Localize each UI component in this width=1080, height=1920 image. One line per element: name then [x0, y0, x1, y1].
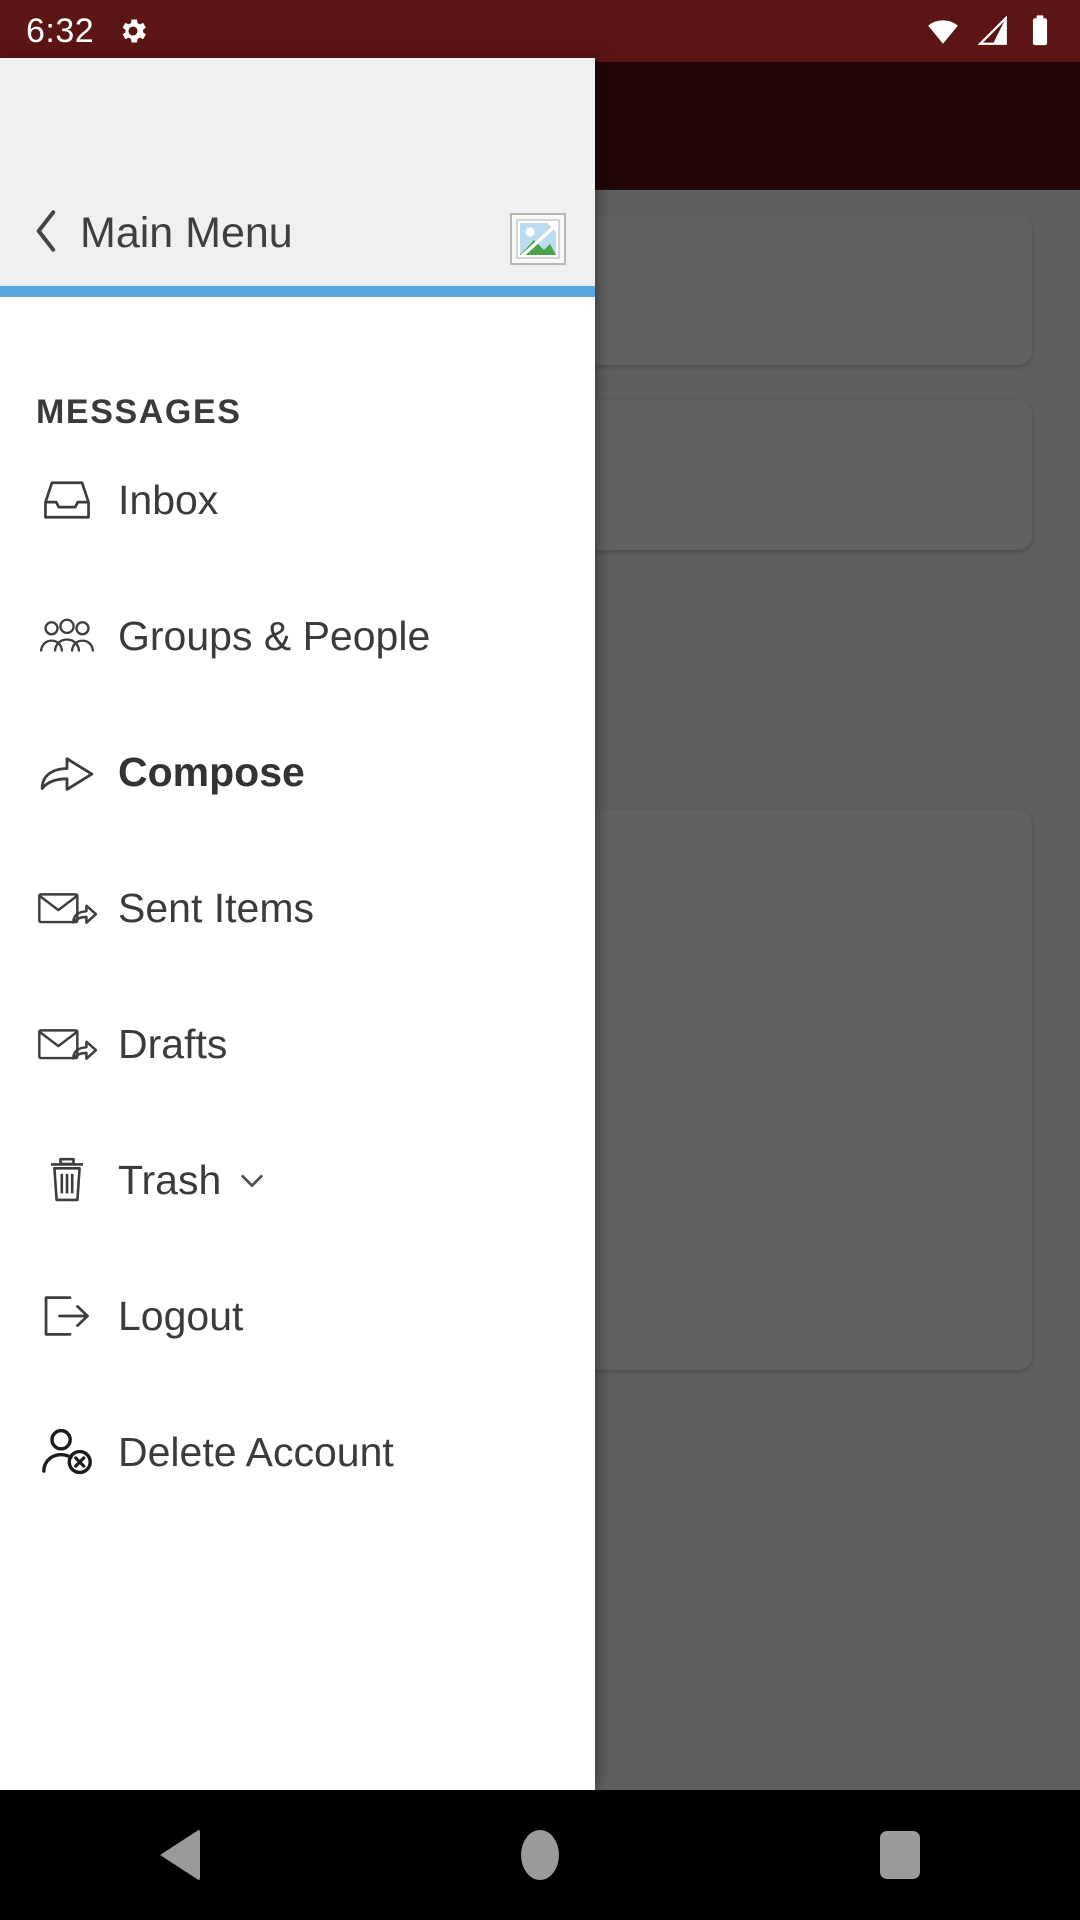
drawer-menu-list: MESSAGES Inbox Groups & People Compose S… [0, 297, 595, 1520]
cellular-signal-icon [976, 14, 1010, 48]
chevron-left-icon [32, 206, 62, 261]
menu-item-label: Groups & People [118, 612, 431, 659]
drawer-back-label: Main Menu [80, 209, 293, 257]
menu-item-label: Inbox [118, 476, 219, 523]
menu-item-drafts[interactable]: Drafts [0, 976, 595, 1112]
menu-item-label: Sent Items [118, 884, 314, 931]
people-group-icon [30, 614, 104, 658]
envelope-arrow-icon [30, 1021, 104, 1067]
menu-item-label: Drafts [118, 1020, 228, 1067]
status-bar-right [926, 14, 1054, 48]
recents-square-icon [880, 1831, 920, 1879]
person-remove-icon [30, 1427, 104, 1477]
menu-item-trash[interactable]: Trash [0, 1112, 595, 1248]
menu-item-label: Trash [118, 1156, 222, 1203]
wifi-icon [926, 14, 960, 48]
menu-item-label: Compose [118, 748, 305, 795]
home-circle-icon [521, 1830, 559, 1880]
battery-icon [1026, 14, 1054, 48]
android-navigation-bar [0, 1790, 1080, 1920]
gear-icon [116, 14, 150, 48]
menu-item-logout[interactable]: Logout [0, 1248, 595, 1384]
forward-arrow-icon [30, 749, 104, 795]
navigation-drawer: Main Menu MESSAGES Inbox Groups & People… [0, 58, 595, 1790]
status-bar-left: 6:32 [26, 12, 150, 51]
drawer-header: Main Menu [0, 58, 595, 286]
inbox-tray-icon [30, 476, 104, 524]
nav-home-button[interactable] [465, 1790, 615, 1920]
drawer-accent-bar [0, 286, 595, 297]
phone-screen: COMPOSE 6:32 [0, 0, 1080, 1920]
menu-item-label: Logout [118, 1292, 244, 1339]
menu-item-delete-account[interactable]: Delete Account [0, 1384, 595, 1520]
nav-recents-button[interactable] [825, 1790, 975, 1920]
status-bar: 6:32 [0, 0, 1080, 62]
envelope-arrow-icon [30, 885, 104, 931]
menu-item-sent-items[interactable]: Sent Items [0, 840, 595, 976]
status-bar-clock: 6:32 [26, 11, 95, 50]
menu-item-label: Delete Account [118, 1428, 394, 1475]
logout-arrow-icon [30, 1292, 104, 1340]
drawer-back-button[interactable]: Main Menu [32, 206, 293, 261]
broken-image-icon [510, 213, 566, 265]
trash-can-icon [30, 1154, 104, 1206]
back-triangle-icon [160, 1829, 200, 1881]
nav-back-button[interactable] [105, 1790, 255, 1920]
menu-item-compose[interactable]: Compose [0, 704, 595, 840]
menu-item-groups-people[interactable]: Groups & People [0, 568, 595, 704]
chevron-down-icon[interactable] [237, 1165, 267, 1195]
drawer-section-title-messages: MESSAGES [36, 393, 242, 431]
menu-item-inbox[interactable]: Inbox [0, 432, 595, 568]
